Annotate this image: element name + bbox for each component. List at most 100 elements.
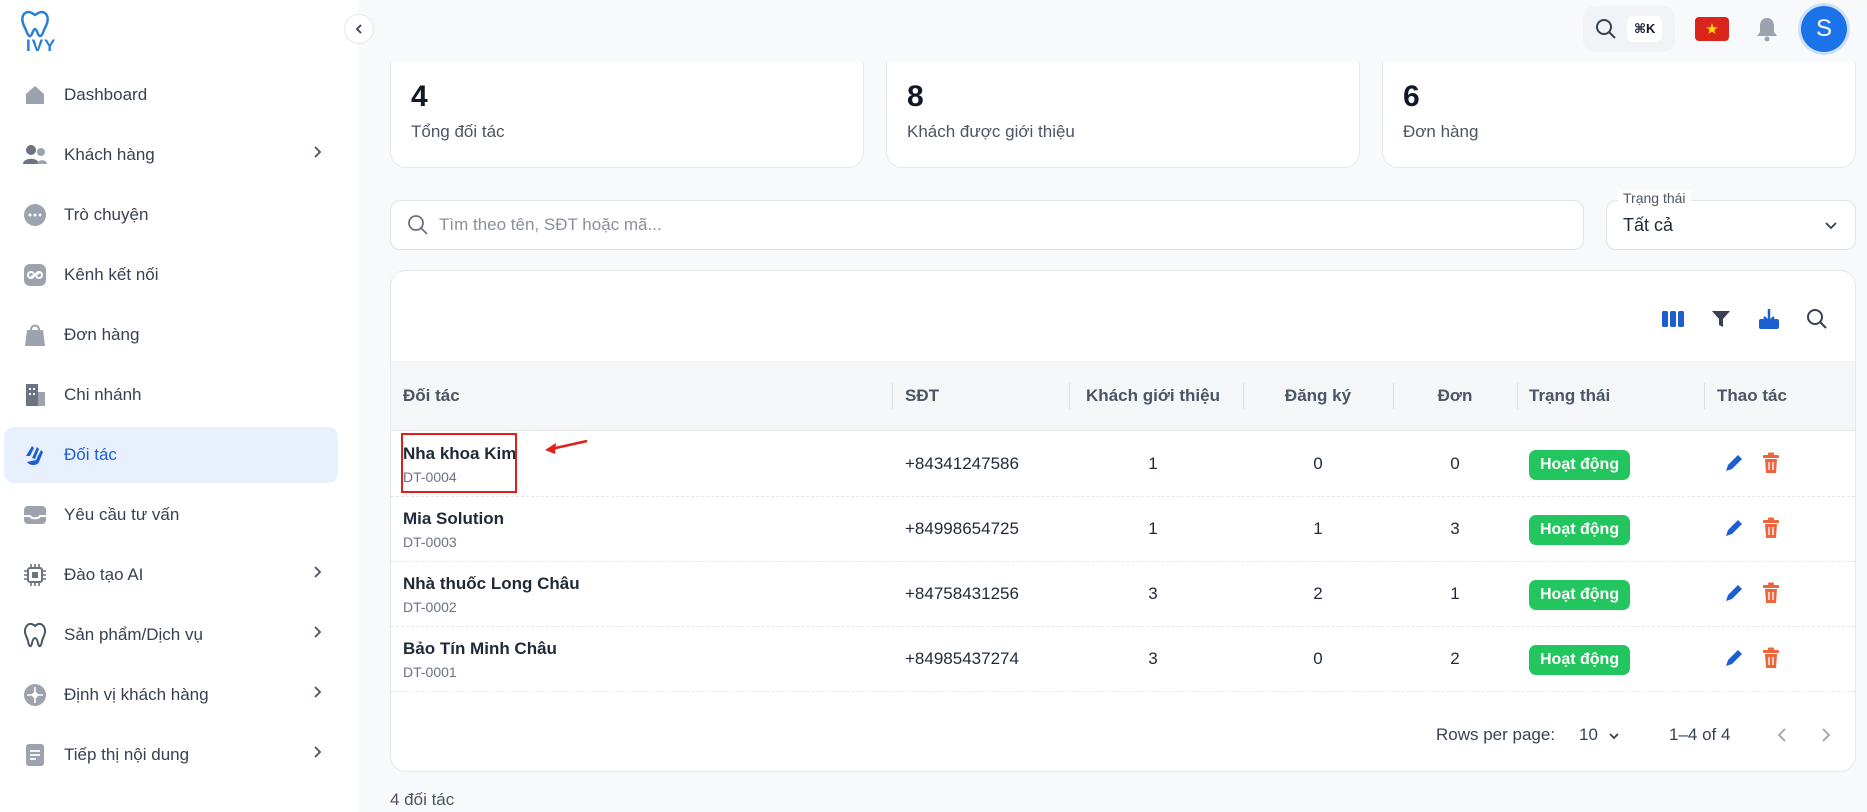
chevron-right-icon [314,746,322,758]
table-row[interactable]: Nha khoa Kim DT-0004 +84341247586 1 0 0 Hoạt đ… [391,432,1855,497]
chevron-down-icon[interactable] [1607,729,1621,743]
inbox-icon [20,500,50,530]
pencil-icon [1726,455,1742,471]
stat-card-referred: 8 Khách được giới thiệu [886,62,1360,168]
stat-value: 6 [1403,80,1420,113]
filter-icon [1712,311,1730,327]
table-row[interactable]: Mia Solution DT-0003 +84998654725 1 1 3 Hoạt đ… [391,497,1855,562]
chevron-left-icon [355,24,362,34]
rows-per-page-label: Rows per page: [1436,725,1556,744]
edit-button[interactable] [1723,452,1745,479]
columns-button[interactable] [1659,305,1687,333]
registered-count: 0 [1313,649,1323,668]
status-filter-label: Trạng thái [1618,190,1691,206]
column-header-partner[interactable]: Đối tác [403,361,460,431]
column-header-registered[interactable]: Đăng ký [1243,361,1393,431]
language-flag-button[interactable]: ★ [1695,17,1729,41]
document-icon [20,740,50,770]
handshake-icon [20,440,50,470]
target-icon [20,680,50,710]
tooth-icon [20,620,50,650]
delete-button[interactable] [1761,647,1781,674]
column-divider [1517,383,1518,409]
home-icon [20,80,50,110]
sidebar-item-3[interactable]: Trò chuyện [4,187,338,243]
partner-name[interactable]: Bảo Tín Minh Châu [403,639,557,659]
sidebar-item-1[interactable]: Dashboard [4,67,338,123]
column-header-actions: Thao tác [1717,386,1787,405]
partner-search-input[interactable] [439,215,1339,235]
flag-star-icon: ★ [1705,21,1719,38]
avatar[interactable]: S [1801,6,1847,52]
partner-phone: +84998654725 [905,519,1019,538]
edit-button[interactable] [1723,517,1745,544]
export-button[interactable] [1755,305,1783,333]
sidebar-item-12[interactable]: Tiếp thị nội dung [4,727,338,783]
column-header-orders[interactable]: Đơn [1393,361,1517,431]
edit-button[interactable] [1723,647,1745,674]
sidebar-item-5[interactable]: Đơn hàng [4,307,338,363]
trash-icon [1763,452,1779,473]
sidebar-item-7[interactable]: Đối tác [4,427,338,483]
partner-search-box[interactable] [390,200,1584,250]
status-badge: Hoạt động [1529,580,1631,610]
column-header-referred[interactable]: Khách giới thiệu [1069,361,1237,431]
shopping-bag-icon [20,320,50,350]
column-header-status[interactable]: Trạng thái [1529,361,1610,431]
sidebar-item-label: Định vị khách hàng [64,685,209,704]
sidebar-collapse-button[interactable] [344,14,374,44]
column-header-phone[interactable]: SĐT [905,361,939,431]
stat-label: Khách được giới thiệu [907,122,1075,141]
table-header: Đối tác SĐT Khách giới thiệu Đăng ký Đơn… [391,361,1855,431]
stat-value: 4 [411,80,428,113]
pencil-icon [1726,520,1742,536]
edit-button[interactable] [1723,582,1745,609]
sidebar-item-10[interactable]: Sản phẩm/Dịch vụ [4,607,338,663]
logo[interactable]: IVY [18,10,74,58]
partner-code: DT-0003 [403,534,457,550]
rows-per-page-select[interactable]: 10 [1579,725,1598,745]
sidebar-item-6[interactable]: Chi nhánh [4,367,338,423]
registered-count: 2 [1313,584,1323,603]
table-search-button[interactable] [1803,305,1831,333]
sidebar-item-2[interactable]: Khách hàng [4,127,338,183]
partner-name[interactable]: Nhà thuốc Long Châu [403,574,580,594]
sidebar-item-label: Đối tác [64,445,117,464]
status-filter-value: Tất cả [1623,214,1674,235]
delete-button[interactable] [1761,452,1781,479]
partner-total-count: 4 đối tác [390,790,455,809]
table-row[interactable]: Bảo Tín Minh Châu DT-0001 +84985437274 3 0 2 H… [391,627,1855,692]
download-icon [1759,309,1779,329]
sidebar-item-11[interactable]: Định vị khách hàng [4,667,338,723]
registered-count: 1 [1313,519,1323,538]
chevron-left-icon[interactable] [1773,725,1793,745]
chevron-right-icon[interactable] [1815,725,1835,745]
filter-button[interactable] [1707,305,1735,333]
trash-icon [1763,517,1779,538]
global-search-button[interactable]: ⌘K [1583,6,1675,52]
sidebar-item-label: Trò chuyện [64,205,149,224]
annotation-highlight-box [401,433,517,493]
partner-phone: +84985437274 [905,649,1019,668]
status-filter-select[interactable]: Tất cả [1606,200,1856,250]
chevron-right-icon [314,566,322,578]
delete-button[interactable] [1761,582,1781,609]
chip-icon [20,560,50,590]
table-pagination: Rows per page: 10 1–4 of 4 [391,711,1855,761]
topbar-actions: ⌘K ★ S [1583,6,1847,52]
partner-name[interactable]: Mia Solution [403,509,504,529]
stat-label: Tổng đối tác [411,122,505,141]
sidebar-item-9[interactable]: Đào tạo AI [4,547,338,603]
partner-phone: +84341247586 [905,454,1019,473]
column-divider [892,383,893,409]
table-row[interactable]: Nhà thuốc Long Châu DT-0002 +84758431256 3 2… [391,562,1855,627]
building-icon [20,380,50,410]
sidebar-item-4[interactable]: Kênh kết nối [4,247,338,303]
delete-button[interactable] [1761,517,1781,544]
status-badge: Hoạt động [1529,645,1631,675]
notifications-button[interactable] [1753,15,1781,43]
chevron-right-icon [314,146,322,158]
registered-count: 0 [1313,454,1323,473]
order-count: 1 [1450,584,1460,603]
sidebar-item-8[interactable]: Yêu cầu tư vấn [4,487,338,543]
